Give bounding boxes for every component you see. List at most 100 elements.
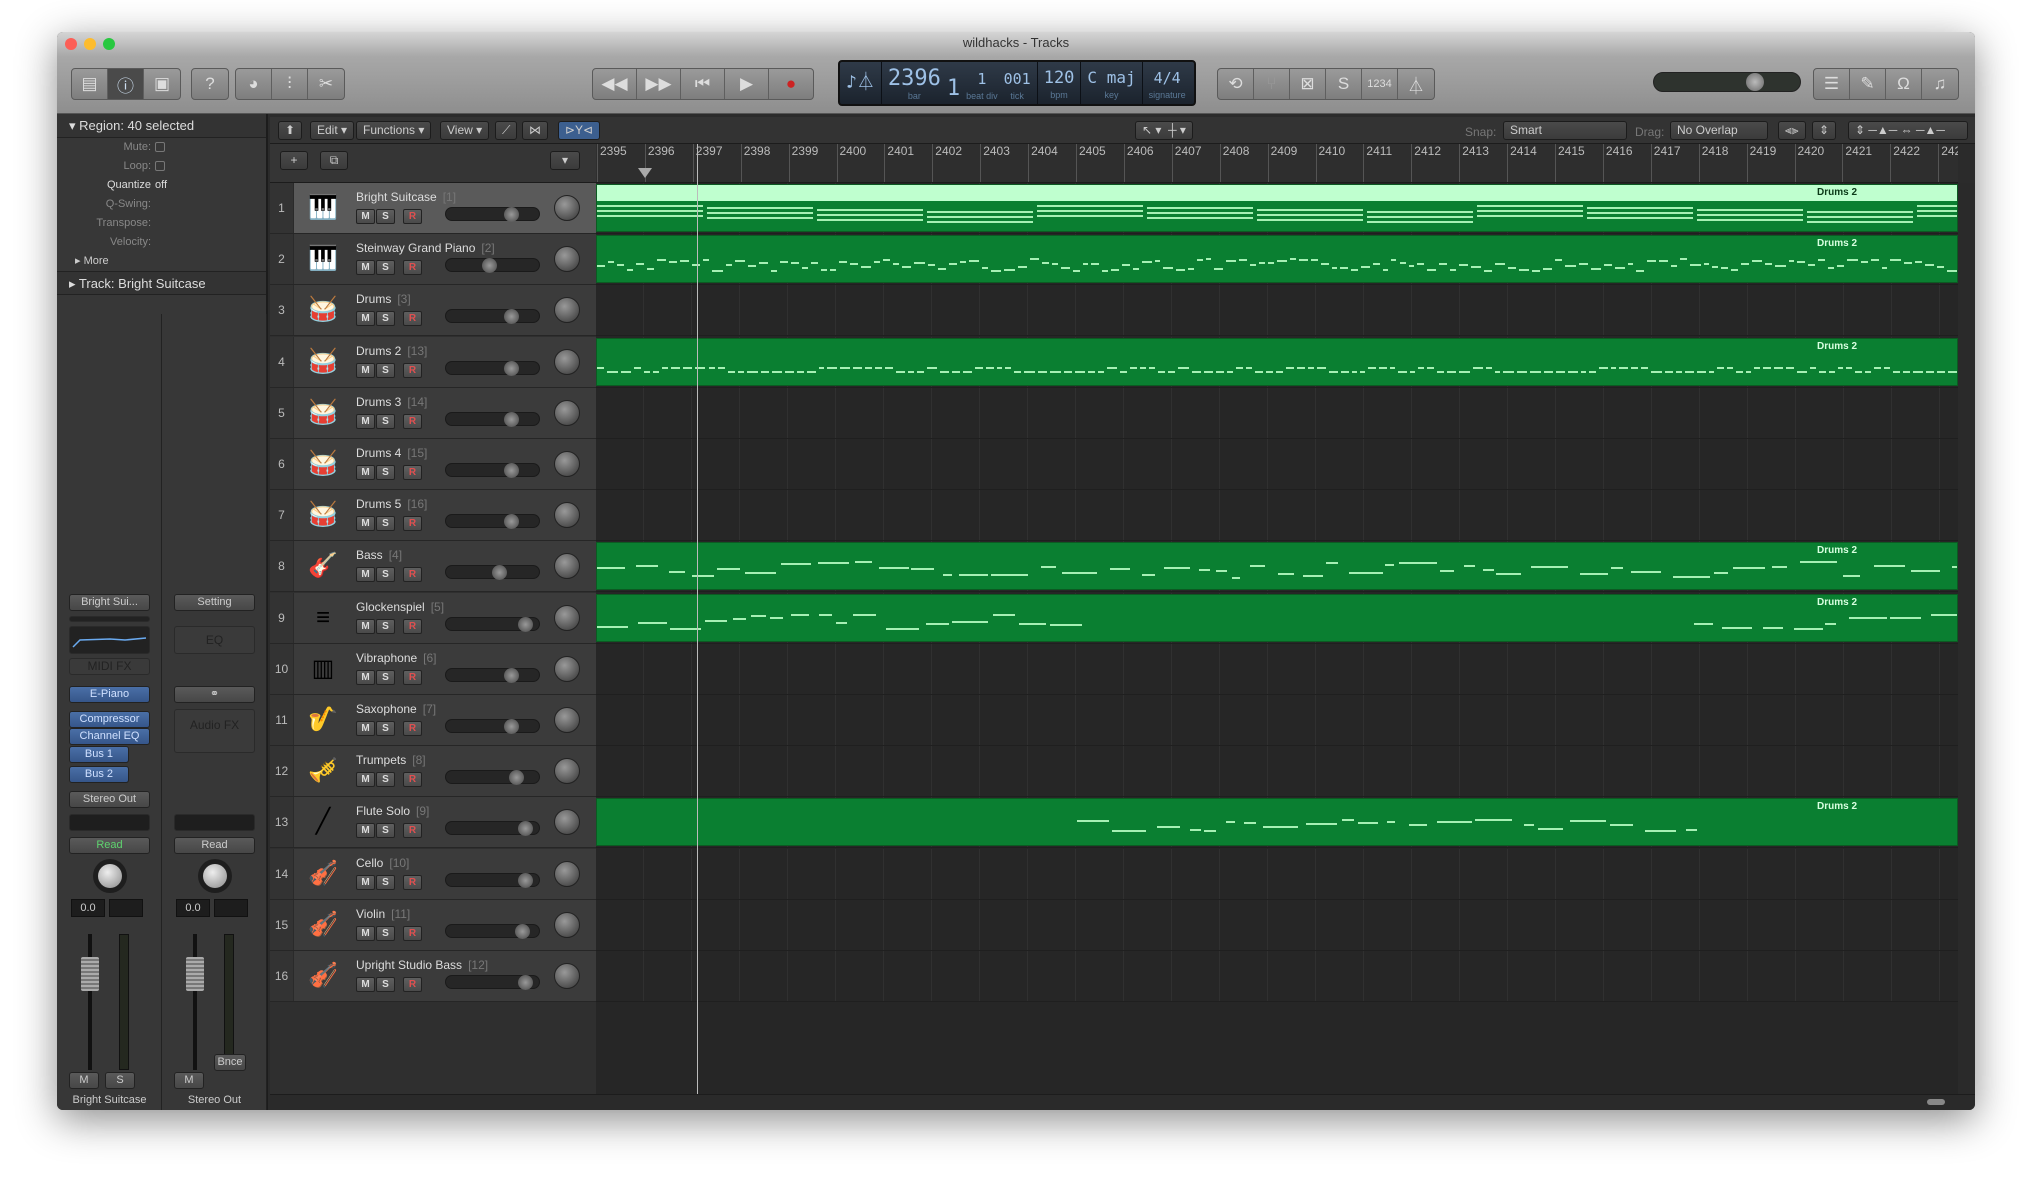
functions-menu[interactable]: Functions ▾ [356, 121, 432, 140]
loops-icon[interactable]: Ω [1886, 69, 1922, 99]
track-lane[interactable] [596, 848, 1958, 900]
track-volume-slider[interactable] [445, 719, 540, 734]
midi-region[interactable]: Drums 2 [596, 593, 1958, 642]
track-solo-button[interactable]: S [376, 567, 395, 583]
track-record-button[interactable]: R [403, 721, 422, 736]
track-lane[interactable] [596, 746, 1958, 798]
track-pan-knob[interactable] [554, 399, 580, 426]
track-name[interactable]: Glockenspiel [5] [356, 600, 444, 614]
track-mute-button[interactable]: M [356, 516, 375, 532]
track-record-button[interactable]: R [403, 465, 422, 480]
pan-knob[interactable] [93, 859, 127, 893]
track-solo-button[interactable]: S [376, 823, 395, 839]
track-pan-knob[interactable] [554, 707, 580, 733]
volume-readout[interactable]: 0.0 [176, 899, 210, 917]
track-record-button[interactable]: R [403, 311, 422, 327]
track-lane[interactable] [596, 439, 1958, 490]
send-bus-1[interactable]: Bus 1 [69, 746, 129, 763]
track-pan-knob[interactable] [554, 297, 580, 324]
track-lane[interactable] [596, 643, 1958, 695]
bar-ruler[interactable]: 2395 2396 2397 2398 2399 2400 2401 2402 2403 2404… [596, 144, 1958, 183]
inspector-row[interactable]: Loop: [57, 157, 266, 176]
toolbar-icon[interactable]: ▣ [144, 69, 180, 99]
track-name[interactable]: Bright Suitcase [1] [356, 190, 456, 204]
send-bus-2[interactable]: Bus 2 [69, 766, 129, 783]
track-volume-slider[interactable] [445, 360, 540, 376]
track-pan-knob[interactable] [554, 963, 580, 989]
metronome-icon[interactable]: ⏃ [1398, 69, 1434, 99]
group-slot[interactable] [69, 814, 150, 831]
track-mute-button[interactable]: M [356, 823, 375, 839]
track-solo-button[interactable]: S [376, 413, 395, 429]
track-pan-knob[interactable] [554, 502, 580, 529]
track-volume-knob[interactable] [514, 923, 530, 939]
track-record-button[interactable]: R [403, 977, 422, 992]
group-slot[interactable] [174, 814, 255, 831]
track-mute-button[interactable]: M [356, 874, 375, 890]
tracks-area[interactable]: Drums 2 Drums 2 Drums 2 Drums 2 Drums 2 Drums… [596, 183, 1958, 1094]
track-lane[interactable] [596, 695, 1958, 746]
track-pan-knob[interactable] [554, 758, 580, 785]
checkbox[interactable] [155, 142, 165, 152]
track-mute-button[interactable]: M [356, 260, 375, 276]
track-name[interactable]: Drums 5 [16] [356, 497, 427, 511]
setting-button[interactable]: Setting [174, 594, 255, 611]
track-solo-button[interactable]: S [376, 260, 395, 276]
track-pan-knob[interactable] [554, 348, 580, 375]
track-header[interactable]: 5 🥁 Drums 3 [14] M S R [270, 387, 596, 439]
track-volume-slider[interactable] [445, 975, 540, 990]
track-volume-slider[interactable] [445, 514, 540, 530]
inspector-row[interactable]: Mute: [57, 138, 266, 157]
track-record-button[interactable]: R [403, 618, 422, 634]
track-header[interactable]: 8 🎸 Bass [4] M S R [270, 541, 596, 593]
track-volume-knob[interactable] [503, 514, 519, 530]
fx-slot-channel-eq[interactable]: Channel EQ [69, 728, 150, 745]
zoom-sliders[interactable]: ⇕ ─▲─ ⇔ ─▲─ [1848, 121, 1968, 140]
fit-icon[interactable]: ⇕ [1812, 121, 1837, 140]
track-solo-button[interactable]: S [376, 465, 395, 480]
automation-icon[interactable]: ⟋ [495, 121, 518, 140]
track-volume-knob[interactable] [503, 360, 519, 376]
glockenspiel-icon[interactable]: ≡ [306, 603, 340, 633]
track-volume-knob[interactable] [482, 258, 497, 274]
electric-piano-icon[interactable]: 🎹 [306, 193, 340, 223]
track-header[interactable]: 10 ▥ Vibraphone [6] M S R [270, 643, 596, 695]
track-name[interactable]: Cello [10] [356, 856, 409, 870]
bass-guitar-icon[interactable]: 🎸 [306, 551, 340, 581]
lcd-signature[interactable]: 4/4 [1154, 66, 1181, 90]
eq-thumbnail[interactable] [69, 626, 150, 654]
track-solo-button[interactable]: S [376, 772, 395, 788]
track-header[interactable]: 3 🥁 Drums [3] M S R [270, 285, 596, 337]
track-volume-knob[interactable] [518, 821, 533, 837]
track-record-button[interactable]: R [403, 823, 422, 839]
track-mute-button[interactable]: M [356, 362, 375, 378]
fx-slot-compressor[interactable]: Compressor [69, 711, 150, 728]
midi-fx-slot[interactable]: MIDI FX [69, 658, 150, 675]
lcd-key[interactable]: C maj [1087, 66, 1135, 90]
track-inspector-header[interactable]: ▸ Track: Bright Suitcase [57, 271, 266, 295]
track-volume-knob[interactable] [492, 565, 508, 581]
track-solo-button[interactable]: S [376, 362, 395, 378]
volume-fader[interactable] [88, 934, 92, 1070]
track-lane[interactable]: Drums 2 [596, 541, 1958, 593]
track-mute-button[interactable]: M [356, 311, 375, 327]
fast-forward-icon[interactable]: ▶▶ [637, 69, 681, 99]
track-volume-slider[interactable] [445, 770, 540, 786]
track-name[interactable]: Trumpets [8] [356, 753, 426, 767]
playhead-handle[interactable] [637, 168, 652, 178]
track-name[interactable]: Upright Studio Bass [12] [356, 958, 488, 972]
track-mute-button[interactable]: M [356, 618, 375, 634]
eq-slot[interactable]: EQ [174, 626, 255, 654]
track-volume-knob[interactable] [518, 616, 533, 632]
master-volume-knob[interactable] [1746, 73, 1765, 91]
track-name[interactable]: Saxophone [7] [356, 702, 436, 716]
track-name[interactable]: Drums [3] [356, 292, 411, 306]
track-volume-slider[interactable] [445, 411, 540, 427]
track-solo-button[interactable]: S [376, 669, 395, 685]
lcd-tempo[interactable]: 120 [1044, 66, 1075, 90]
solo-button[interactable]: S [105, 1072, 135, 1089]
track-mute-button[interactable]: M [356, 721, 375, 736]
track-header[interactable]: 6 🥁 Drums 4 [15] M S R [270, 439, 596, 490]
info-icon[interactable]: ⓘ [108, 69, 144, 99]
track-mute-button[interactable]: M [356, 209, 375, 224]
